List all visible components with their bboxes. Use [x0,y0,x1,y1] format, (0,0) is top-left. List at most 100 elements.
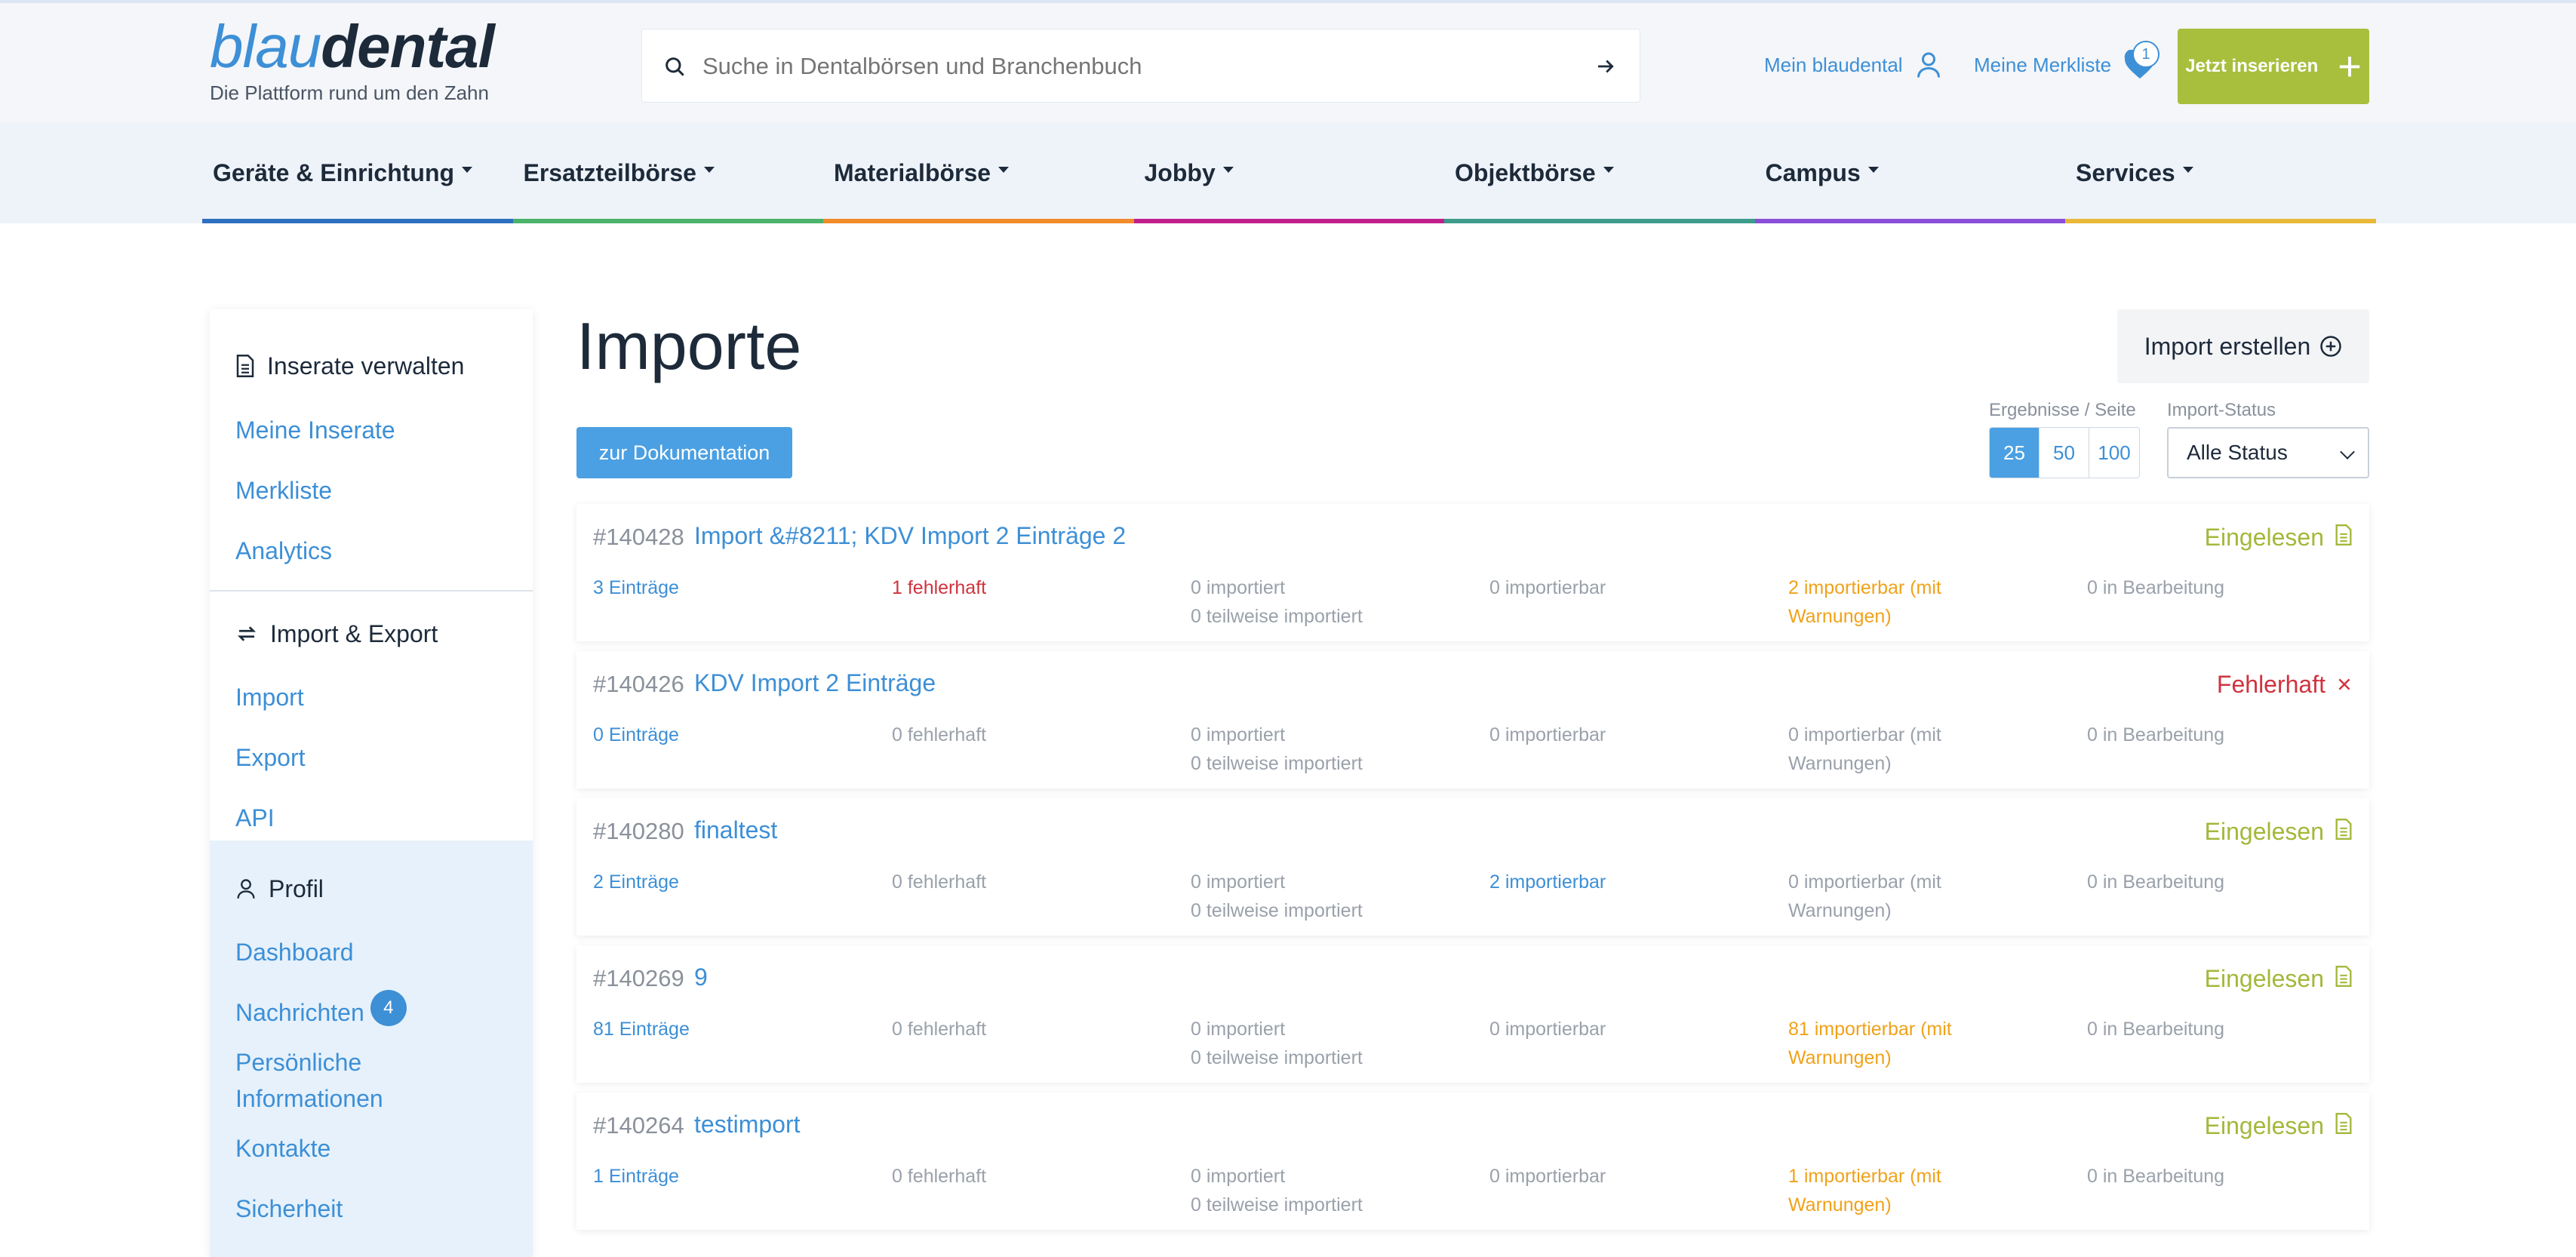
status-filter-label: Import-Status [2167,400,2276,420]
import-stat-importable-value: 0 importierbar [1489,1166,1606,1187]
status-filter-select[interactable]: Alle Status [2167,427,2369,478]
import-stat-warnings: 2 importierbar (mit Warnungen) [1788,573,2015,631]
create-import-label: Import erstellen [2144,332,2311,360]
import-stat-warnings-value: 0 importierbar (mit Warnungen) [1788,871,1941,921]
nav-item-6[interactable]: Services [2065,122,2376,223]
import-stat-importable-value: 0 importierbar [1489,577,1606,598]
import-stat-faulty-value: 0 fehlerhaft [892,1166,987,1187]
import-title-link[interactable]: 9 [694,963,708,991]
import-stat-entries: 81 Einträge [593,1015,819,1043]
arrow-right-icon[interactable] [1594,55,1617,78]
caret-down-icon [998,167,1010,173]
import-stat-entries-value: 3 Einträge [593,577,679,598]
post-listing-button[interactable]: Jetzt inserieren + [2178,29,2369,104]
create-import-button[interactable]: Import erstellen [2117,309,2369,383]
import-stat-imported-value: 0 importiert [1191,724,1286,745]
post-listing-label: Jetzt inserieren [2185,56,2319,76]
sidebar-heading-profile-label: Profil [269,874,324,902]
sidebar-section-manage: Inserate verwalten Meine Inserate Merkli… [210,309,533,581]
import-stat-processing: 0 in Bearbeitung [2087,573,2313,602]
per-page-selector: 25 50 100 [1989,427,2140,478]
import-stat-faulty: 0 fehlerhaft [892,1015,1118,1043]
import-stat-warnings: 1 importierbar (mit Warnungen) [1788,1162,2015,1219]
sidebar-item-contacts[interactable]: Kontakte [210,1118,533,1179]
sidebar-item-dashboard[interactable]: Dashboard [210,922,533,982]
messages-count-badge: 4 [370,990,407,1026]
nav-item-color-bar [1444,219,1755,223]
logo-part-dental: dental [321,13,495,80]
sidebar-item-wishlist[interactable]: Merkliste [210,460,533,521]
import-status: Eingelesen [2205,965,2353,993]
import-stat-importable: 0 importierbar [1489,1015,1716,1043]
import-status: Eingelesen [2205,1112,2353,1140]
import-stat-importable-value: 0 importierbar [1489,724,1606,745]
chevron-down-icon [2340,444,2355,459]
sidebar-item-import[interactable]: Import [210,667,533,727]
import-stat-imported: 0 importiert 0 teilweise importiert [1191,573,1417,631]
documentation-button[interactable]: zur Dokumentation [576,427,792,478]
nav-item-1[interactable]: Ersatzteilbörse [512,122,823,223]
import-id: #140269 [593,965,684,991]
sidebar-item-my-listings[interactable]: Meine Inserate [210,400,533,460]
import-stat-faulty-value: 0 fehlerhaft [892,724,987,745]
import-title-link[interactable]: Import &#8211; KDV Import 2 Einträge 2 [694,522,1126,550]
user-icon [237,879,255,899]
nav-item-4[interactable]: Objektbörse [1444,122,1755,223]
search-icon [666,57,684,76]
import-stat-importable: 2 importierbar [1489,868,1716,896]
import-stat-faulty: 1 fehlerhaft [892,573,1118,602]
my-account-link[interactable]: Mein blaudental [1764,50,1942,80]
import-stat-imported-value: 0 importiert [1191,577,1286,598]
caret-down-icon [703,167,715,173]
import-stat-faulty-value: 0 fehlerhaft [892,1019,987,1040]
import-stat-imported: 0 importiert 0 teilweise importiert [1191,1015,1417,1072]
import-title-link[interactable]: KDV Import 2 Einträge [694,669,936,697]
caret-down-icon [1867,167,1879,173]
per-page-option-25[interactable]: 25 [1990,428,2040,478]
import-stat-imported-value: 0 importiert [1191,871,1286,893]
document-icon [2335,1112,2353,1140]
import-title-link[interactable]: testimport [694,1111,800,1139]
user-icon [1917,52,1940,78]
import-card: #140280 finaltest Eingelesen 2 Einträge 0 fe… [576,798,2369,936]
sidebar-item-analytics[interactable]: Analytics [210,521,533,581]
main-navigation: Geräte & Einrichtung Ersatzteilbörse Mater… [0,122,2576,223]
import-status: Eingelesen [2205,818,2353,846]
search-input[interactable] [702,45,1570,88]
import-id: #140426 [593,671,684,697]
sidebar-section-profile: Profil Dashboard Nachrichten 4 Persönlic… [210,841,533,1257]
sidebar-item-export[interactable]: Export [210,727,533,788]
site-logo[interactable]: blaudental Die Plattform rund um den Zah… [210,17,495,105]
per-page-option-50[interactable]: 50 [2040,428,2089,478]
import-stat-faulty-value: 0 fehlerhaft [892,871,987,893]
site-header: blaudental Die Plattform rund um den Zah… [0,3,2576,122]
import-stat-importable: 0 importierbar [1489,721,1716,749]
sidebar-item-api[interactable]: API [210,788,533,848]
swap-arrows-icon [237,626,257,641]
nav-item-0[interactable]: Geräte & Einrichtung [202,122,513,223]
nav-item-2[interactable]: Materialbörse [823,122,1134,223]
import-status-label: Eingelesen [2204,1112,2324,1139]
import-stat-warnings: 0 importierbar (mit Warnungen) [1788,721,2015,778]
import-title-link[interactable]: finaltest [694,816,777,844]
import-stat-warnings-value: 2 importierbar (mit Warnungen) [1788,577,1941,627]
per-page-option-100[interactable]: 100 [2089,428,2139,478]
status-filter-value: Alle Status [2187,441,2288,464]
import-status: Fehlerhaft [2217,671,2353,699]
nav-item-color-bar [512,219,823,223]
import-card: #140426 KDV Import 2 Einträge Fehlerhaft 0 … [576,651,2369,788]
nav-item-color-bar [2065,219,2376,223]
import-stat-entries: 0 Einträge [593,721,819,749]
document-icon [236,355,254,377]
wishlist-link[interactable]: Meine Merkliste [1974,50,2156,80]
import-card: #140269 9 Eingelesen 81 Einträge 0 fehlerhaf… [576,945,2369,1083]
sidebar-heading-import-export-label: Import & Export [270,619,438,647]
sidebar-item-security[interactable]: Sicherheit [210,1179,533,1239]
nav-item-label: Ersatzteilbörse [523,158,696,186]
nav-item-5[interactable]: Campus [1754,122,2065,223]
sidebar-item-messages[interactable]: Nachrichten 4 [210,982,533,1043]
import-stat-processing: 0 in Bearbeitung [2087,1162,2313,1191]
sidebar-item-personal-info[interactable]: Persönliche Informationen [210,1043,436,1118]
import-stat-processing-value: 0 in Bearbeitung [2087,871,2225,893]
nav-item-3[interactable]: Jobby [1133,122,1444,223]
